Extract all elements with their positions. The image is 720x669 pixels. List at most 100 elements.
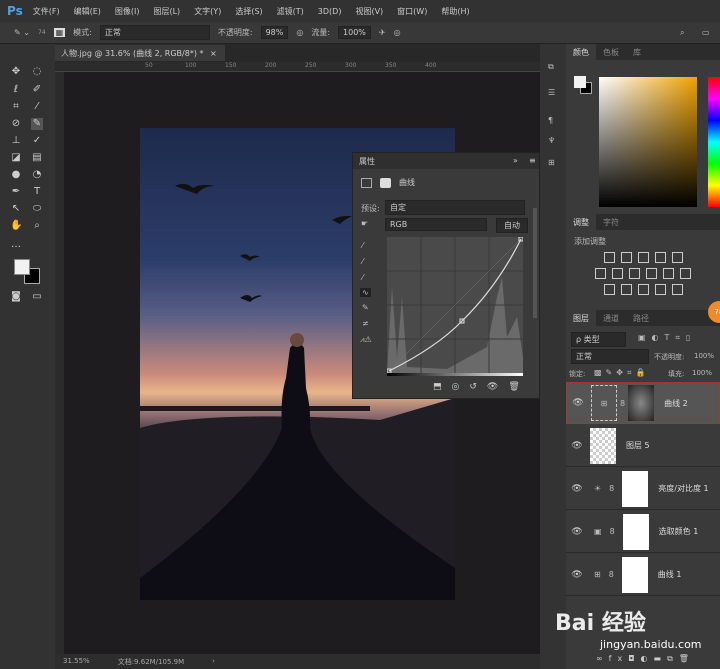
layer-row-selective-color[interactable]: 👁 ▣ 8 选取颜色 1 [566,511,720,553]
paragraph-icon[interactable]: ¶ [548,116,553,125]
layer-row-curves-2[interactable]: 👁 ⊞ 8 曲线 2 [566,382,720,424]
layer-mask-thumb[interactable] [621,556,648,593]
move-tool-icon[interactable]: ✥ [10,66,22,78]
shape-icon[interactable]: ⬭ [31,203,43,215]
search-icon[interactable]: ⌕ [680,28,684,38]
auto-button[interactable]: 自动 [496,218,528,233]
layer-opacity-value[interactable]: 100% [694,352,714,360]
foreground-color-swatch[interactable] [14,259,30,275]
layer-mask-thumb[interactable] [622,470,649,507]
dodge-icon[interactable]: ◔ [31,169,43,181]
layer-mask-thumb[interactable] [622,513,649,550]
black-point-eyedropper-icon[interactable]: ⁄ [362,241,363,250]
curves-icon[interactable] [637,252,649,263]
link-icon[interactable]: 8 [620,399,625,408]
marquee-tool-icon[interactable]: ◌ [31,66,43,78]
screen-mode-icon[interactable]: ▭ [31,291,43,303]
color-balance-icon[interactable] [612,268,623,279]
layer-filter-select[interactable]: ρ 类型 [571,332,626,347]
gradient-icon[interactable]: ▤ [31,152,43,164]
zoom-level[interactable]: 31.55% [63,657,90,666]
brush-tool-icon[interactable]: ✎ ⌄ [14,28,30,37]
airbrush-icon[interactable]: ✈ [379,28,386,37]
color-lookup-icon[interactable] [680,268,691,279]
eraser-icon[interactable]: ◪ [10,152,22,164]
menu-select[interactable]: 选择(S) [235,6,262,17]
history-brush-icon[interactable]: ✓ [31,135,43,147]
channel-select[interactable]: RGB [385,218,487,231]
info-icon[interactable]: ⊞ [548,158,555,167]
levels-icon[interactable] [620,252,632,263]
lock-icons[interactable]: ▩✎✥⌗🔒 [594,368,649,378]
visibility-eye-icon[interactable]: 👁 [566,527,588,537]
blend-mode-select[interactable]: 正常 [571,349,649,364]
posterize-icon[interactable] [620,284,632,295]
menu-help[interactable]: 帮助(H) [441,6,469,17]
healing-brush-icon[interactable]: ⊘ [10,118,22,130]
close-tab-icon[interactable]: × [210,49,217,58]
visibility-eye-icon[interactable]: 👁 [566,441,588,451]
tab-paths[interactable]: 路径 [626,310,656,326]
preset-select[interactable]: 自定 [385,200,525,215]
layer-row-curves-1[interactable]: 👁 ⊞ 8 曲线 1 [566,554,720,596]
layer-mask-thumb[interactable] [628,385,655,421]
brush-panel-icon[interactable]: ▦ [53,28,66,37]
curve-graph[interactable] [387,237,523,373]
fg-swatch[interactable] [574,76,586,88]
flow-input[interactable]: 100% [338,26,371,39]
stamp-tool-icon[interactable]: ⊥ [10,135,22,147]
color-field[interactable] [599,77,697,207]
menu-view[interactable]: 视图(V) [355,6,383,17]
quick-select-icon[interactable]: ✐ [31,84,43,96]
link-icon[interactable]: 8 [609,484,614,493]
pen-icon[interactable]: ✒ [10,186,22,198]
menu-edit[interactable]: 编辑(E) [74,6,101,17]
menu-filter[interactable]: 滤镜(T) [277,6,304,17]
curves-adjustment-icon[interactable] [361,177,372,188]
crop-tool-icon[interactable]: ⌗ [10,101,22,113]
menu-image[interactable]: 图像(I) [115,6,140,17]
layer-row-layer-5[interactable]: 👁 图层 5 [566,425,720,467]
properties-scrollbar[interactable] [533,208,537,318]
white-point-eyedropper-icon[interactable]: ⁄ [362,273,363,282]
fill-value[interactable]: 100% [692,369,712,377]
pressure-opacity-icon[interactable]: ◎ [296,28,303,37]
mode-select[interactable]: 正常 [99,25,210,40]
brush-tool-icon[interactable]: ✎ [31,118,43,130]
view-previous-icon[interactable]: ◎ [452,382,460,392]
pencil-icon[interactable]: ✎ [362,303,369,312]
eyedropper-icon[interactable]: ⁄ [31,101,43,113]
status-arrow[interactable]: › [212,657,215,666]
menu-window[interactable]: 窗口(W) [397,6,427,17]
photo-filter-icon[interactable] [646,268,657,279]
history-icon[interactable]: ⧉ [548,62,554,72]
panel-menu-icon[interactable]: ≡ [529,156,536,165]
bw-icon[interactable] [629,268,640,279]
hue-sat-icon[interactable] [595,268,606,279]
brightness-icon[interactable] [603,252,615,263]
blur-icon[interactable]: ● [10,169,22,181]
threshold-icon[interactable] [637,284,649,295]
clip-to-layer-icon[interactable]: ⬒ [433,382,442,392]
type-icon[interactable]: T [31,186,43,198]
pressure-size-icon[interactable]: ◎ [394,28,401,37]
channel-mixer-icon[interactable] [663,268,674,279]
link-icon[interactable]: 8 [609,570,614,579]
path-select-icon[interactable]: ↖ [10,203,22,215]
mask-icon[interactable] [380,177,391,188]
adjust-icon[interactable]: ♆ [548,136,555,145]
zoom-icon[interactable]: ⌕ [31,220,43,232]
reset-icon[interactable]: ↺ [469,382,477,392]
layer-row-brightness-contrast[interactable]: 👁 ☀ 8 亮度/对比度 1 [566,468,720,510]
curve-edit-icon[interactable]: ∿ [360,288,371,297]
hand-icon[interactable]: ✋ [10,220,22,232]
hue-slider[interactable] [708,77,720,207]
visibility-eye-icon[interactable]: 👁 [566,484,588,494]
gradient-map-icon[interactable] [671,284,683,295]
more-tools-icon[interactable]: … [10,239,22,251]
target-adjust-icon[interactable]: ☛ [361,219,368,228]
smooth-icon[interactable]: ≠ [362,319,369,328]
tab-swatches[interactable]: 色板 [596,44,626,60]
tab-adjustments[interactable]: 调整 [566,214,596,230]
document-tab[interactable]: 人物.jpg @ 31.6% (曲线 2, RGB/8*) * × [55,45,225,61]
